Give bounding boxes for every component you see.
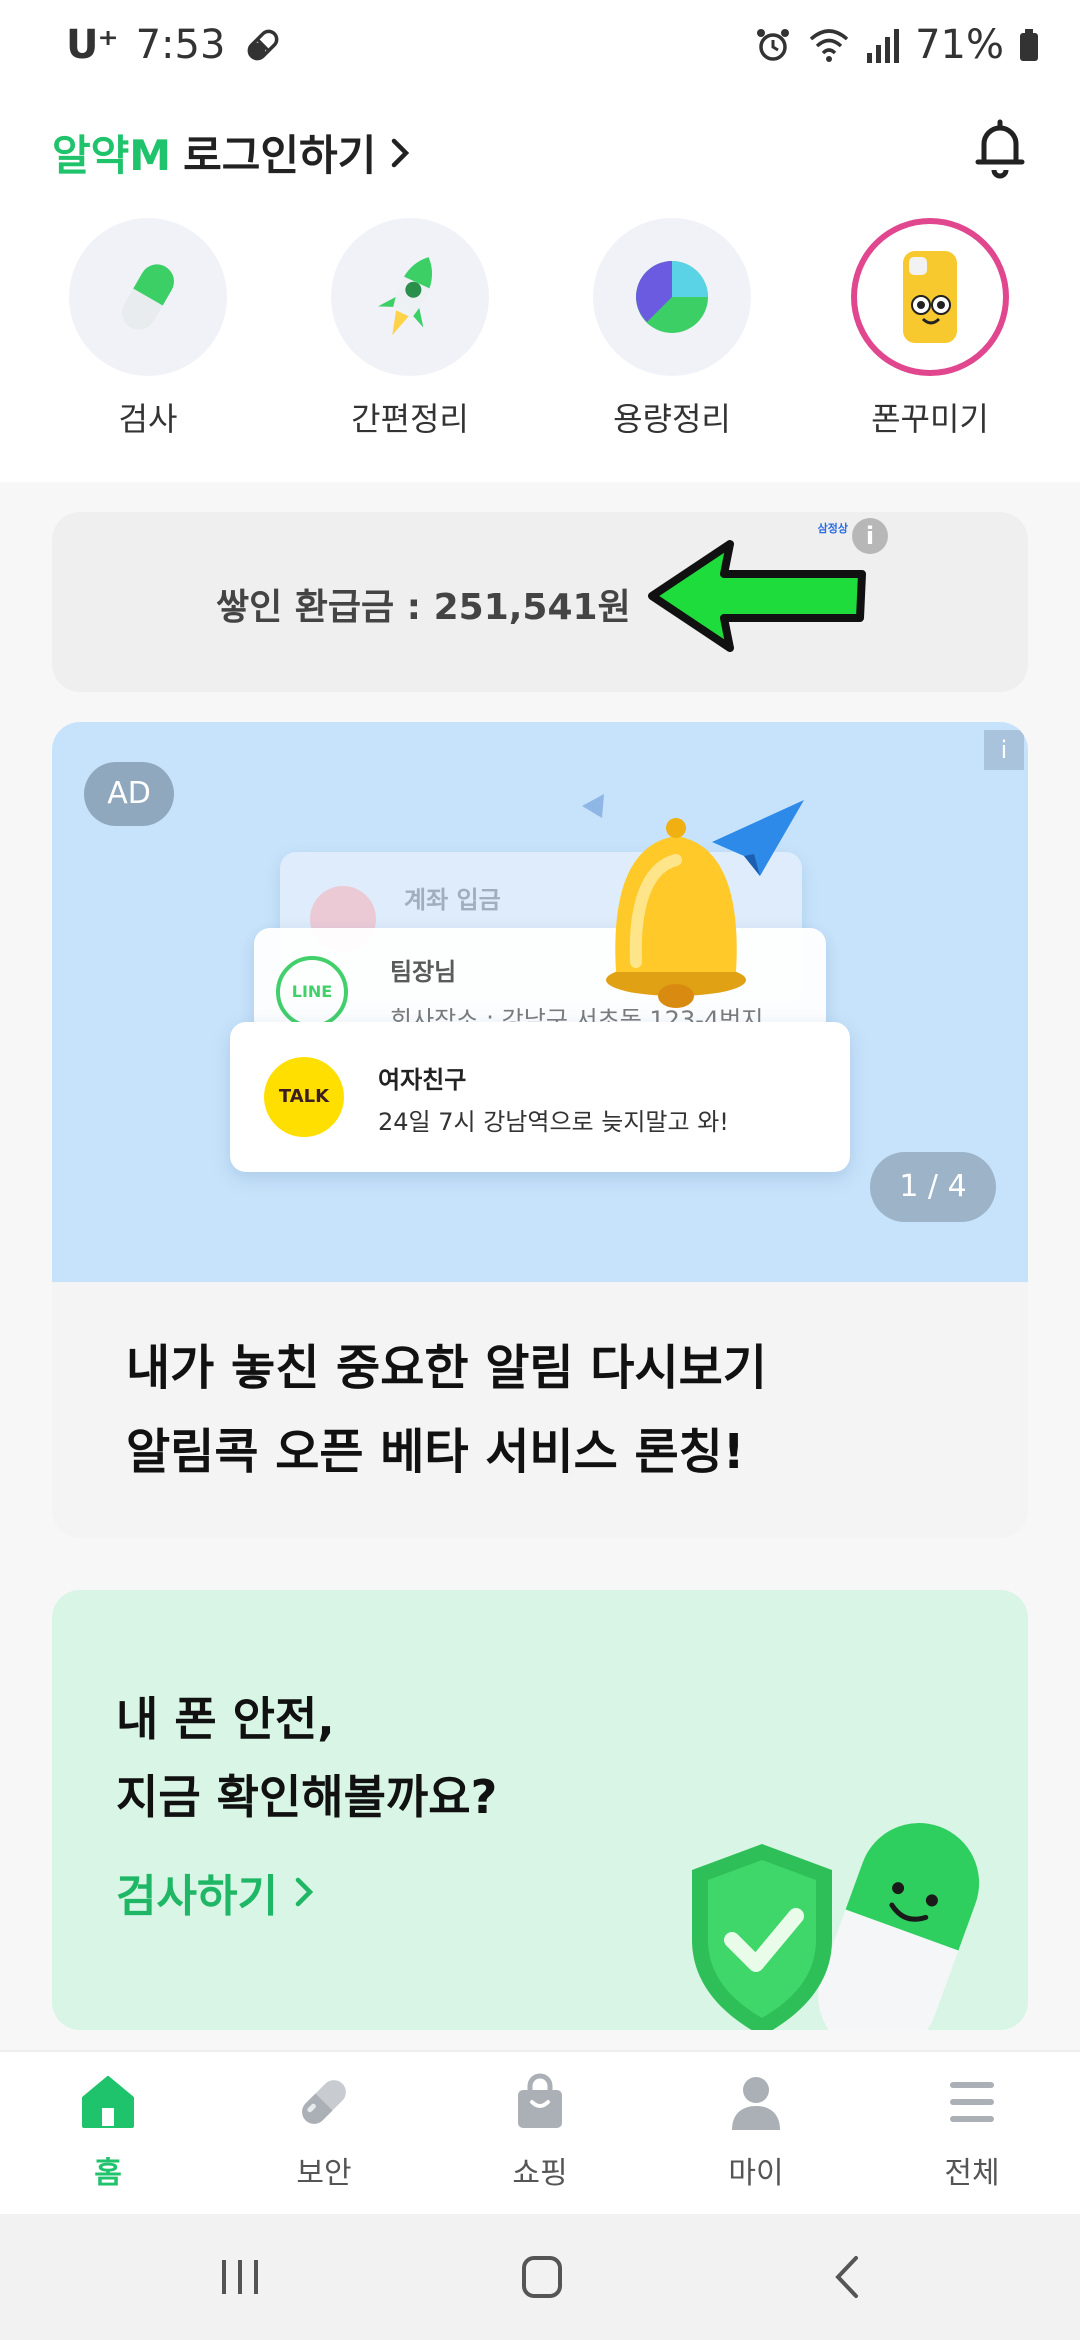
battery-percent: 71% bbox=[915, 22, 1004, 68]
back-icon[interactable] bbox=[818, 2252, 878, 2302]
notification-card-kakao: TALK 여자친구 24일 7시 강남역으로 늦지말고 와! bbox=[230, 1022, 850, 1172]
quick-item-scan[interactable]: 검사 bbox=[48, 218, 248, 440]
refund-card[interactable]: 쌓인 환급금 : 251,541원 삼정상 i bbox=[52, 512, 1028, 692]
bottom-navigation: 홈 보안 쇼핑 마이 전체 bbox=[0, 2050, 1080, 2214]
kakaotalk-app-icon: TALK bbox=[264, 1057, 344, 1137]
recent-apps-icon[interactable] bbox=[210, 2252, 270, 2302]
status-bar: U⁺ 7:53 71% bbox=[0, 0, 1080, 96]
login-label: 로그인하기 bbox=[183, 131, 377, 180]
carousel-pager: 1 / 4 bbox=[870, 1152, 996, 1222]
home-button-icon[interactable] bbox=[512, 2252, 572, 2302]
brand-label: 알약M bbox=[52, 131, 172, 180]
menu-icon bbox=[950, 2082, 994, 2122]
shield-pill-mascot-icon bbox=[692, 1823, 980, 2030]
ad-visual: AD i 계좌 입금 LINE 팀장님 회사장소 : 강남구 서초동 123-4… bbox=[52, 722, 1028, 1282]
safety-title-line1: 내 폰 안전, bbox=[116, 1692, 335, 1746]
login-link[interactable]: 알약M 로그인하기 bbox=[52, 122, 414, 183]
nav-shopping[interactable]: 쇼핑 bbox=[460, 2070, 620, 2192]
pill-status-icon bbox=[248, 29, 279, 61]
notification-body: 24일 7시 강남역으로 늦지말고 와! bbox=[378, 1108, 729, 1136]
bell-3d-icon bbox=[582, 794, 804, 1008]
quick-label: 용량정리 bbox=[613, 400, 731, 438]
nav-home[interactable]: 홈 bbox=[28, 2070, 188, 2192]
phone-case-icon bbox=[903, 251, 957, 343]
line-app-icon: LINE bbox=[276, 956, 348, 1028]
nav-label: 홈 bbox=[94, 2156, 122, 2191]
notification-title: 팀장님 bbox=[390, 958, 457, 986]
scan-now-link[interactable]: 검사하기 bbox=[116, 1860, 316, 1924]
chevron-right-icon bbox=[392, 138, 410, 167]
ad-headline: 내가 놓친 중요한 알림 다시보기 알림콕 오픈 베타 서비스 론칭! bbox=[126, 1326, 767, 1494]
system-navigation-bar bbox=[0, 2214, 1080, 2340]
quick-label: 간편정리 bbox=[351, 400, 469, 438]
chevron-right-icon bbox=[295, 1877, 314, 1907]
arrow-left-icon bbox=[648, 540, 866, 652]
nav-label: 마이 bbox=[728, 2156, 784, 2191]
quick-circle bbox=[851, 218, 1009, 376]
safety-title: 내 폰 안전, 지금 확인해볼까요? bbox=[116, 1680, 497, 1836]
nav-label: 전체 bbox=[944, 2156, 1000, 2191]
nav-label: 보안 bbox=[296, 2156, 352, 2191]
quick-circle bbox=[593, 218, 751, 376]
signal-icon bbox=[867, 29, 900, 63]
refund-tag: 삼정상 bbox=[817, 522, 848, 535]
notification-title: 여자친구 bbox=[378, 1066, 467, 1094]
clock: 7:53 bbox=[135, 22, 226, 68]
nav-my[interactable]: 마이 bbox=[676, 2070, 836, 2192]
quick-label: 검사 bbox=[118, 400, 178, 438]
ad-banner[interactable]: AD i 계좌 입금 LINE 팀장님 회사장소 : 강남구 서초동 123-4… bbox=[52, 722, 1028, 1538]
ad-badge: AD bbox=[84, 762, 174, 826]
quick-item-easy-clean[interactable]: 간편정리 bbox=[310, 218, 510, 440]
rocket-icon bbox=[378, 257, 433, 336]
wifi-icon bbox=[809, 29, 849, 62]
pie-chart-icon bbox=[636, 261, 708, 333]
status-left: U⁺ 7:53 bbox=[66, 22, 283, 68]
nav-all[interactable]: 전체 bbox=[892, 2070, 1052, 2192]
scan-now-label: 검사하기 bbox=[116, 1871, 278, 1922]
quick-item-phone-decor[interactable]: 폰꾸미기 bbox=[830, 218, 1030, 440]
bell-icon bbox=[975, 119, 1025, 179]
notification-button[interactable] bbox=[964, 112, 1036, 184]
refund-amount: 쌓인 환급금 : 251,541원 bbox=[216, 587, 631, 628]
nav-security[interactable]: 보안 bbox=[244, 2070, 404, 2192]
quick-item-storage-clean[interactable]: 용량정리 bbox=[572, 218, 772, 440]
quick-circle bbox=[69, 218, 227, 376]
shopping-bag-icon bbox=[518, 2073, 562, 2128]
home-icon bbox=[82, 2076, 134, 2128]
ad-headline-line2: 알림콕 오픈 베타 서비스 론칭! bbox=[126, 1424, 745, 1480]
shield-pill-icon bbox=[302, 2080, 346, 2124]
status-right: 71% bbox=[753, 22, 1040, 68]
quick-label: 폰꾸미기 bbox=[871, 400, 989, 438]
quick-circle bbox=[331, 218, 489, 376]
pill-icon bbox=[122, 264, 174, 330]
ad-info-icon[interactable]: i bbox=[984, 730, 1024, 770]
notification-title: 계좌 입금 bbox=[404, 886, 501, 914]
ad-headline-line1: 내가 놓친 중요한 알림 다시보기 bbox=[126, 1340, 767, 1396]
safety-check-card[interactable]: 내 폰 안전, 지금 확인해볼까요? 검사하기 bbox=[52, 1590, 1028, 2030]
quick-menu: 검사 간편정리 용량정리 폰꾸미기 bbox=[0, 218, 1080, 478]
person-icon bbox=[732, 2077, 780, 2130]
safety-title-line2: 지금 확인해볼까요? bbox=[116, 1770, 498, 1824]
battery-icon bbox=[1020, 29, 1038, 61]
carrier-label: U⁺ bbox=[66, 22, 119, 68]
alarm-icon bbox=[757, 29, 790, 61]
nav-label: 쇼핑 bbox=[512, 2156, 568, 2191]
app-header: 알약M 로그인하기 bbox=[0, 110, 1080, 200]
